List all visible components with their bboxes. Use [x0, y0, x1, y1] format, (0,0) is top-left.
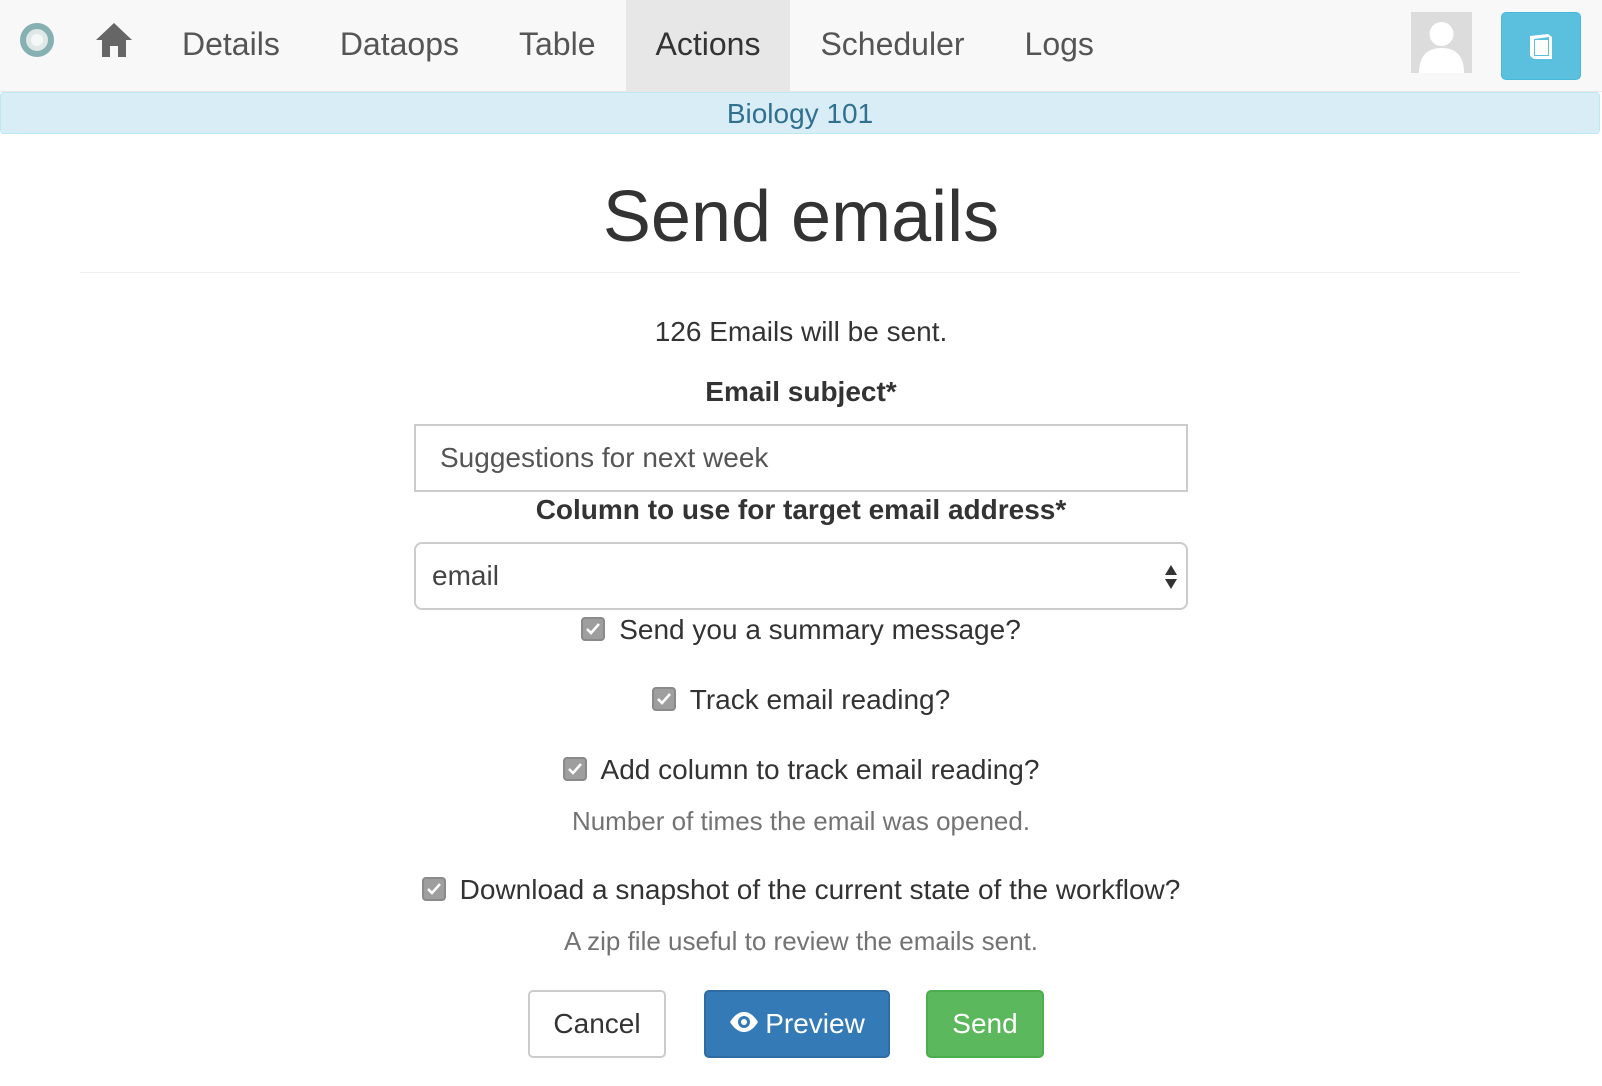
tab-details[interactable]: Details — [152, 0, 310, 92]
nav-tabs: Details Dataops Table Actions Scheduler … — [152, 0, 1124, 92]
snapshot-checkbox-label: Download a snapshot of the current state… — [459, 874, 1181, 905]
preview-button[interactable]: Preview — [704, 990, 890, 1058]
check-icon — [656, 692, 671, 705]
preview-button-label: Preview — [765, 1008, 865, 1039]
summary-checkbox-row: Send you a summary message? — [0, 614, 1602, 646]
track-checkbox[interactable] — [651, 686, 676, 711]
eye-icon — [730, 1011, 759, 1032]
subject-label: Email subject* — [705, 376, 897, 407]
avatar-icon[interactable] — [1411, 12, 1472, 73]
snapshot-checkbox[interactable] — [421, 876, 446, 901]
top-navbar: Details Dataops Table Actions Scheduler … — [0, 0, 1602, 92]
add-column-checkbox[interactable] — [562, 756, 587, 781]
check-icon — [586, 622, 601, 635]
subject-input[interactable]: Suggestions for next week — [414, 424, 1188, 492]
tab-actions[interactable]: Actions — [625, 0, 791, 92]
snapshot-checkbox-row: Download a snapshot of the current state… — [0, 874, 1602, 906]
column-select[interactable]: email — [414, 542, 1188, 610]
tab-dataops[interactable]: Dataops — [310, 0, 489, 92]
add-column-help: Number of times the email was opened. — [571, 806, 1031, 836]
add-column-checkbox-row: Add column to track email reading? — [0, 754, 1602, 786]
divider — [80, 272, 1520, 273]
tab-logs[interactable]: Logs — [995, 0, 1124, 92]
home-icon[interactable] — [94, 20, 134, 60]
cancel-button[interactable]: Cancel — [528, 990, 666, 1058]
check-icon — [426, 882, 441, 895]
page-title: Send emails — [602, 177, 1000, 257]
tab-scheduler[interactable]: Scheduler — [790, 0, 994, 92]
summary-checkbox-label: Send you a summary message? — [619, 614, 1021, 645]
manual-button[interactable] — [1501, 12, 1581, 80]
logo-icon[interactable] — [18, 21, 56, 59]
book-icon — [1530, 34, 1552, 59]
snapshot-help: A zip file useful to review the emails s… — [563, 926, 1038, 956]
summary-checkbox[interactable] — [581, 616, 606, 641]
workflow-banner: Biology 101 — [0, 92, 1600, 134]
select-arrows-icon — [1165, 565, 1177, 589]
track-checkbox-label: Track email reading? — [689, 684, 951, 715]
email-count-text: 126 Emails will be sent. — [654, 316, 948, 347]
column-select-value: email — [432, 560, 499, 591]
send-button[interactable]: Send — [926, 990, 1044, 1058]
tab-table[interactable]: Table — [489, 0, 626, 92]
column-label: Column to use for target email address* — [535, 494, 1067, 525]
add-column-checkbox-label: Add column to track email reading? — [600, 754, 1040, 785]
check-icon — [567, 762, 582, 775]
track-checkbox-row: Track email reading? — [0, 684, 1602, 716]
